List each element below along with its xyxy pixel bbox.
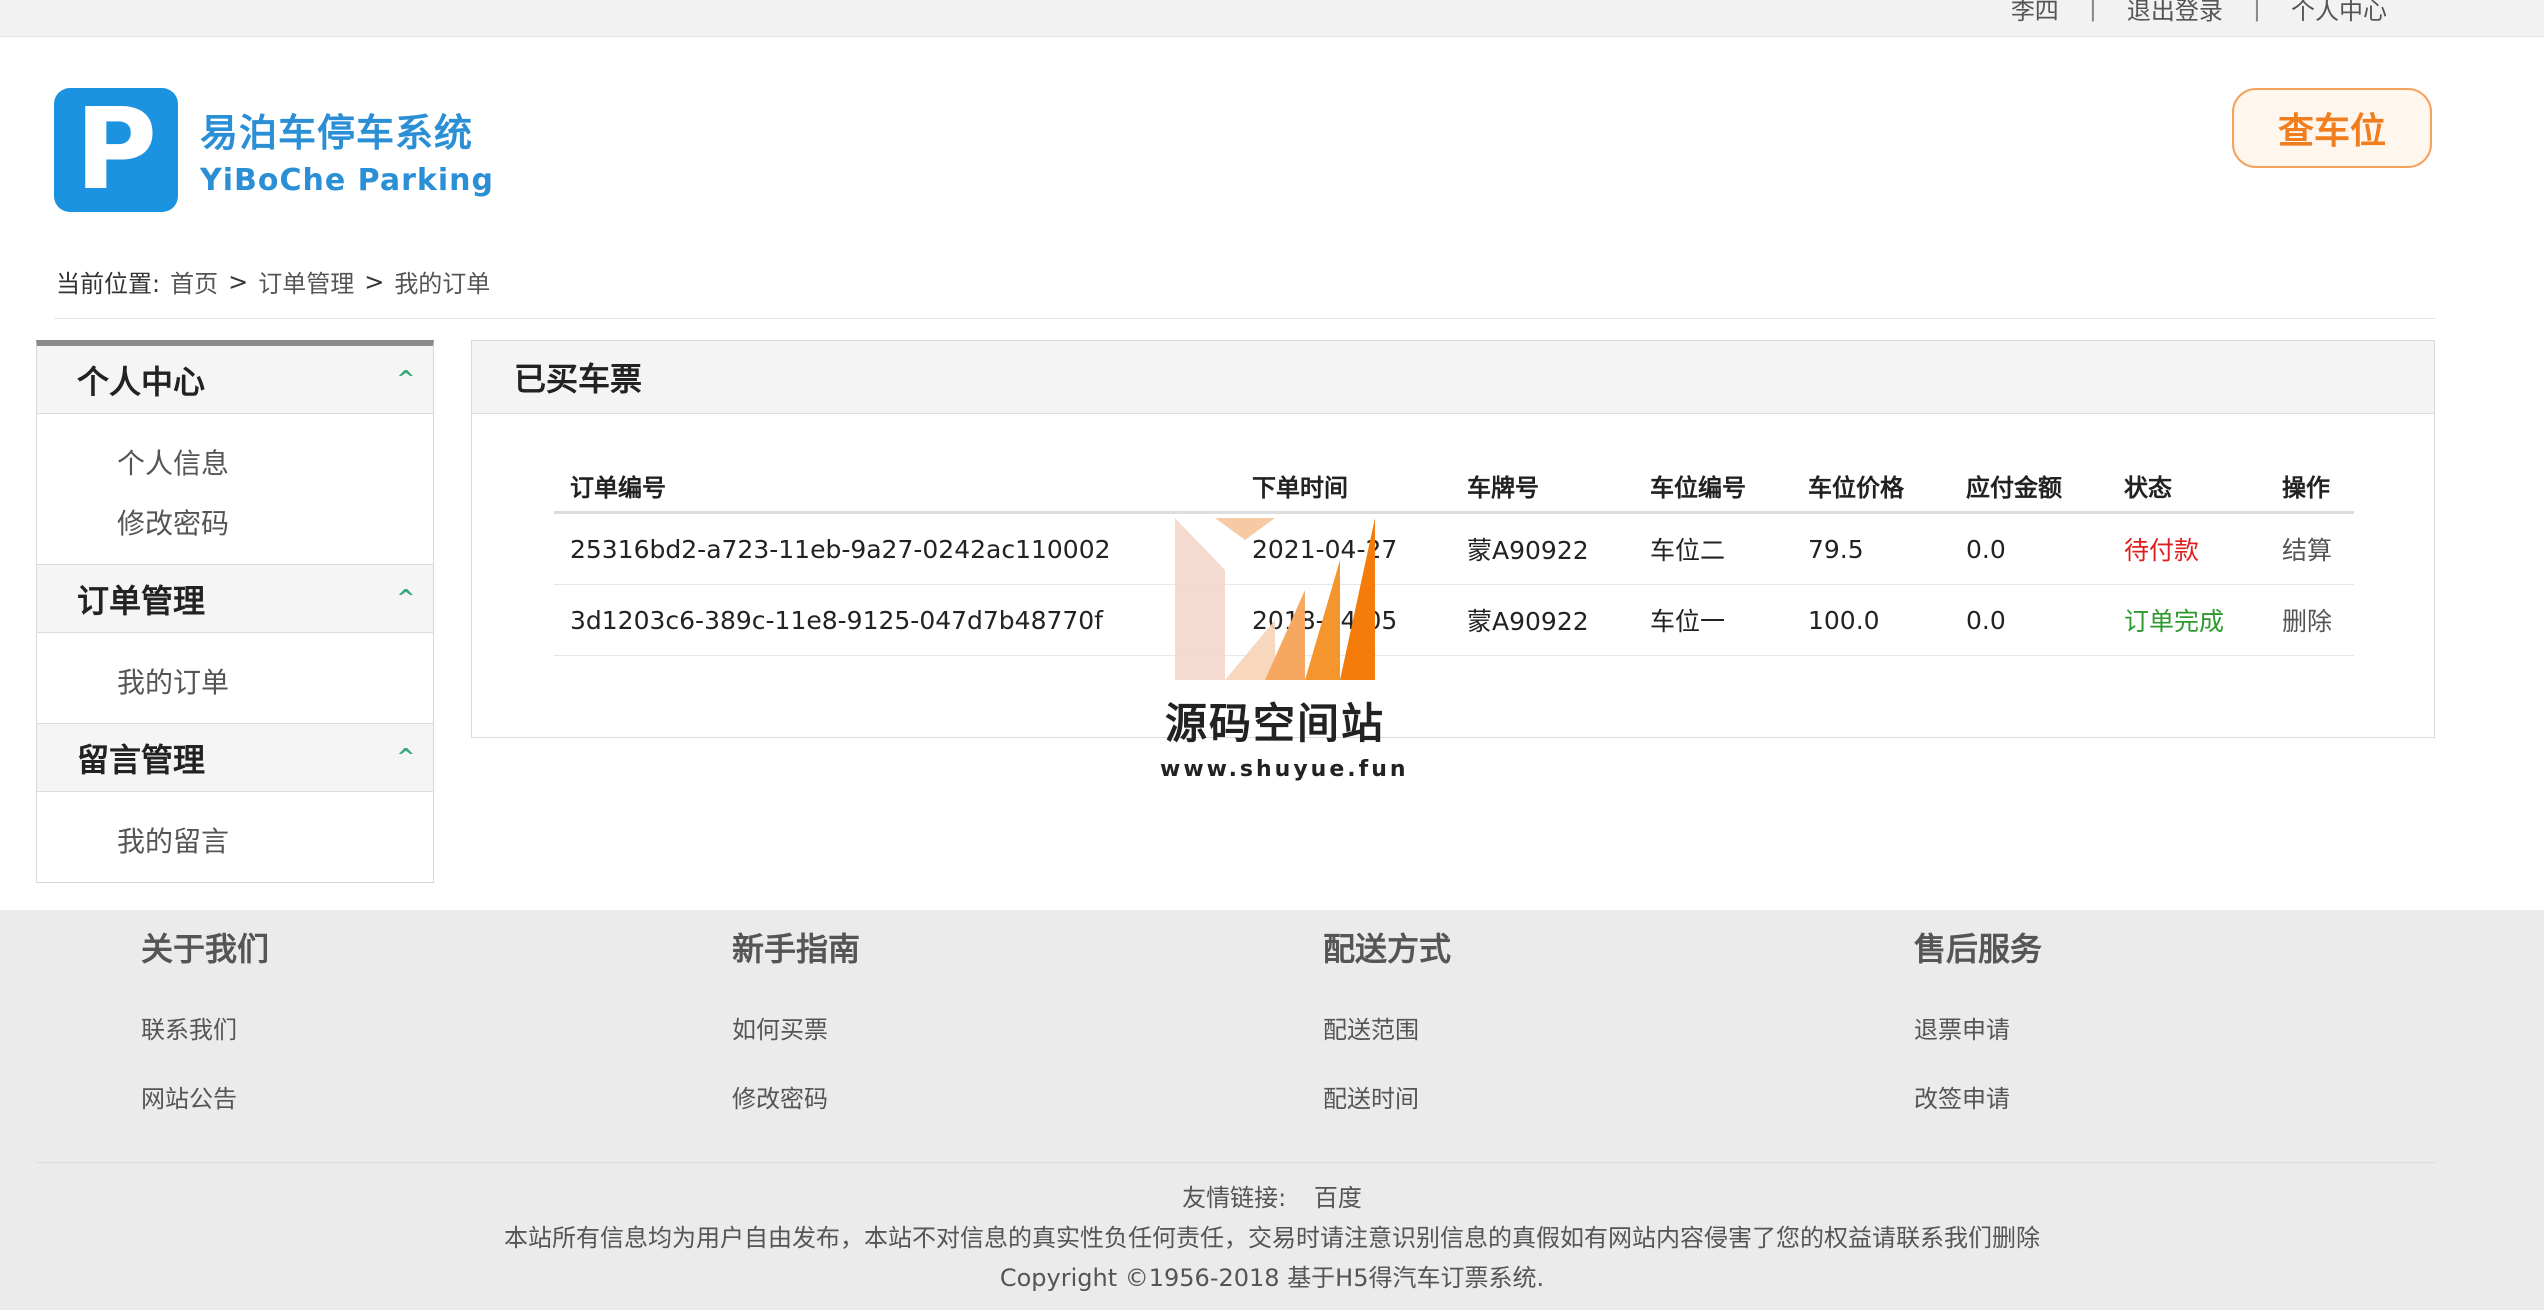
column-header: 应付金额 xyxy=(1950,459,2108,514)
column-header: 车位价格 xyxy=(1792,459,1950,514)
status-badge: 待付款 xyxy=(2108,512,2266,585)
spot-price: 100.0 xyxy=(1792,584,1950,656)
top-links: 李四 | 退出登录 | 个人中心 xyxy=(1987,0,2411,26)
sidebar-section-personal[interactable]: 个人中心 ^ xyxy=(37,346,433,414)
checkout-button[interactable]: 结算 xyxy=(2266,512,2354,585)
footer-link[interactable]: 联系我们 xyxy=(141,1010,269,1045)
sidebar-item-my-orders[interactable]: 我的订单 xyxy=(117,653,433,713)
logout-link[interactable]: 退出登录 xyxy=(2103,0,2247,26)
footer-link[interactable]: 配送时间 xyxy=(1323,1079,1451,1114)
sidebar-section-title: 订单管理 xyxy=(77,581,206,620)
logo-text: 易泊车停车系统 YiBoChe Parking xyxy=(200,102,494,198)
column-header: 车位编号 xyxy=(1634,459,1792,514)
spot-number: 车位二 xyxy=(1634,512,1792,585)
friend-links-label: 友情链接: xyxy=(1182,1184,1287,1212)
sidebar-item-change-password[interactable]: 修改密码 xyxy=(117,494,433,554)
footer-column-title: 配送方式 xyxy=(1323,930,1452,968)
copyright-text: Copyright ©1956-2018 基于H5得汽车订票系统. xyxy=(999,1264,1545,1292)
friend-links: 友情链接: 百度 xyxy=(0,1178,2544,1213)
column-header: 下单时间 xyxy=(1236,459,1451,514)
breadcrumb-separator: > xyxy=(364,267,385,296)
order-id: 25316bd2-a723-11eb-9a27-0242ac110002 xyxy=(554,512,1236,585)
column-header: 操作 xyxy=(2266,459,2354,514)
sidebar-section-orders[interactable]: 订单管理 ^ xyxy=(37,565,433,633)
user-name-link[interactable]: 李四 xyxy=(1987,0,2083,26)
footer-link[interactable]: 改签申请 xyxy=(1914,1079,2042,1114)
footer-column-title: 新手指南 xyxy=(732,930,861,968)
chevron-up-icon: ^ xyxy=(396,586,415,611)
chevron-up-icon: ^ xyxy=(396,745,415,770)
parking-p-icon: P xyxy=(54,88,178,212)
sidebar-item-my-messages[interactable]: 我的留言 xyxy=(117,812,433,872)
watermark-logo-icon xyxy=(1175,518,1375,680)
find-parking-button[interactable]: 查车位 xyxy=(2232,88,2432,168)
footer-divider xyxy=(36,1162,2436,1163)
logo-title-cn: 易泊车停车系统 xyxy=(200,111,474,155)
orders-panel: 已买车票 订单编号 下单时间 车牌号 车位编号 车位价格 应付金额 状态 操作 … xyxy=(471,340,2435,738)
sidebar-section-messages[interactable]: 留言管理 ^ xyxy=(37,724,433,792)
table-row: 25316bd2-a723-11eb-9a27-0242ac110002 202… xyxy=(554,512,2354,585)
sidebar-section-body: 我的留言 xyxy=(37,792,433,882)
table-header-row: 订单编号 下单时间 车牌号 车位编号 车位价格 应付金额 状态 操作 xyxy=(554,459,2354,514)
footer-link[interactable]: 配送范围 xyxy=(1323,1010,1451,1045)
top-separator: | xyxy=(2088,0,2097,22)
sidebar-section-body: 我的订单 xyxy=(37,633,433,724)
plate-number: 蒙A90922 xyxy=(1451,512,1634,585)
footer-column-about: 关于我们 联系我们 网站公告 xyxy=(141,924,269,1114)
table-row: 3d1203c6-389c-11e8-9125-047d7b48770f 201… xyxy=(554,584,2354,656)
orders-table: 订单编号 下单时间 车牌号 车位编号 车位价格 应付金额 状态 操作 25316… xyxy=(554,459,2354,656)
plate-number: 蒙A90922 xyxy=(1451,584,1634,656)
delete-button[interactable]: 删除 xyxy=(2266,584,2354,656)
status-badge: 订单完成 xyxy=(2108,584,2266,656)
footer-column-aftersales: 售后服务 退票申请 改签申请 xyxy=(1914,924,2042,1114)
logo-title-en: YiBoChe Parking xyxy=(200,163,494,198)
breadcrumb-label: 当前位置: xyxy=(56,270,161,298)
breadcrumb-order-management[interactable]: 订单管理 xyxy=(258,264,354,299)
top-separator: | xyxy=(2252,0,2261,22)
amount-due: 0.0 xyxy=(1950,512,2108,585)
sidebar-section-body: 个人信息 修改密码 xyxy=(37,414,433,565)
footer-link[interactable]: 修改密码 xyxy=(732,1079,860,1114)
sidebar: 个人中心 ^ 个人信息 修改密码 订单管理 ^ 我的订单 留言管理 ^ 我的留言 xyxy=(36,340,434,883)
watermark-title: 源码空间站 xyxy=(1164,699,1385,748)
spot-number: 车位一 xyxy=(1634,584,1792,656)
sidebar-section-title: 留言管理 xyxy=(77,740,206,779)
footer-column-guide: 新手指南 如何买票 修改密码 xyxy=(732,924,860,1114)
sidebar-section-title: 个人中心 xyxy=(77,362,206,401)
breadcrumb-home[interactable]: 首页 xyxy=(170,264,218,299)
footer-link[interactable]: 网站公告 xyxy=(141,1079,269,1114)
profile-link[interactable]: 个人中心 xyxy=(2267,0,2411,26)
amount-due: 0.0 xyxy=(1950,584,2108,656)
breadcrumb-my-orders[interactable]: 我的订单 xyxy=(394,264,490,299)
column-header: 状态 xyxy=(2108,459,2266,514)
footer-link[interactable]: 退票申请 xyxy=(1914,1010,2042,1045)
sidebar-item-personal-info[interactable]: 个人信息 xyxy=(117,434,433,494)
breadcrumb: 当前位置: 首页 > 订单管理 > 我的订单 xyxy=(56,264,490,299)
order-id: 3d1203c6-389c-11e8-9125-047d7b48770f xyxy=(554,584,1236,656)
spot-price: 79.5 xyxy=(1792,512,1950,585)
chevron-up-icon: ^ xyxy=(396,367,415,392)
footer-link[interactable]: 如何买票 xyxy=(732,1010,860,1045)
watermark: 源码空间站 www.shuyue.fun xyxy=(1160,510,1409,782)
top-bar: 李四 | 退出登录 | 个人中心 xyxy=(0,0,2544,37)
friend-link-baidu[interactable]: 百度 xyxy=(1314,1184,1362,1212)
footer: 关于我们 联系我们 网站公告 新手指南 如何买票 修改密码 配送方式 配送范围 … xyxy=(0,910,2544,1310)
divider xyxy=(54,318,2436,319)
footer-column-delivery: 配送方式 配送范围 配送时间 xyxy=(1323,924,1451,1114)
column-header: 车牌号 xyxy=(1451,459,1634,514)
footer-column-title: 售后服务 xyxy=(1914,930,2043,968)
watermark-url: www.shuyue.fun xyxy=(1160,757,1409,782)
column-header: 订单编号 xyxy=(554,459,1236,514)
site-logo[interactable]: P 易泊车停车系统 YiBoChe Parking xyxy=(54,88,494,212)
footer-column-title: 关于我们 xyxy=(141,930,270,968)
disclaimer-text: 本站所有信息均为用户自由发布，本站不对信息的真实性负任何责任，交易时请注意识别信… xyxy=(504,1224,2040,1252)
panel-title: 已买车票 xyxy=(472,341,2434,414)
breadcrumb-separator: > xyxy=(228,267,249,296)
